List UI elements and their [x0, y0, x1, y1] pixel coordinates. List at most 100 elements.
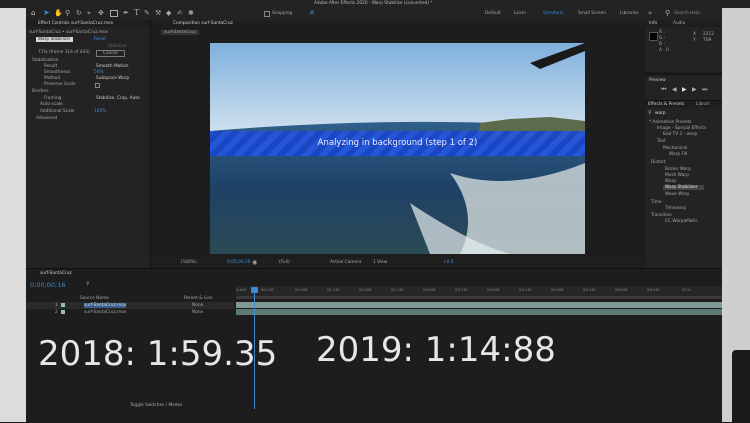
playhead-handle[interactable]	[251, 287, 258, 293]
workspace-learn[interactable]: Learn	[514, 11, 526, 16]
param-result-dropdown[interactable]: Smooth Motion	[96, 64, 129, 69]
right-device-shadow	[732, 350, 750, 422]
workspace-overflow-icon[interactable]: »	[648, 9, 652, 17]
first-frame-icon[interactable]: ⏮	[661, 87, 666, 93]
effect-name-badge[interactable]: Warp Stabilizer	[36, 37, 73, 42]
ruler-label: 04:15f	[519, 287, 532, 292]
pen-tool-icon[interactable]: ✒	[123, 9, 129, 17]
clone-stamp-tool-icon[interactable]: ⚒	[155, 9, 161, 17]
ruler-label: 00:15f	[261, 287, 274, 292]
effect-item[interactable]: Bezier Warp	[665, 167, 691, 172]
menu-bar: Adobe After Effects 2020 - Warp Stabiliz…	[0, 0, 750, 8]
next-frame-icon[interactable]: ▶	[692, 87, 697, 93]
home-icon[interactable]: ⌂	[31, 10, 35, 17]
prev-frame-icon[interactable]: ◀	[672, 87, 677, 93]
composition-tab[interactable]: Composition surf-SantaCruz	[173, 21, 233, 26]
layer-parent-dropdown[interactable]: None	[192, 310, 203, 315]
workspace-small-screen[interactable]: Small Screen	[578, 11, 606, 16]
camera-dropdown[interactable]: Active Camera	[330, 260, 362, 265]
workspace-standard[interactable]: Standard	[543, 11, 563, 16]
param-borders[interactable]: Borders	[32, 89, 49, 94]
effect-category[interactable]: Distort	[651, 160, 666, 165]
effect-category[interactable]: Time	[651, 200, 662, 205]
snap-options-icon[interactable]: ✕	[309, 9, 315, 17]
rotate-tool-icon[interactable]: ↻	[76, 9, 82, 17]
info-tab[interactable]: Info	[649, 21, 657, 26]
preset-item[interactable]: Image - Special Effects	[657, 126, 706, 131]
preserve-scale-checkbox[interactable]	[95, 83, 100, 88]
brush-tool-icon[interactable]: ✎	[144, 9, 150, 17]
snapping-checkbox[interactable]	[264, 11, 270, 17]
layer-row[interactable]: 1 surf-SantaCruz.mov None	[26, 302, 234, 309]
effect-controls-tab[interactable]: Effect Controls surf-SantaCruz.mov	[38, 21, 113, 26]
preset-item[interactable]: Text	[657, 139, 666, 144]
selection-tool-icon[interactable]: ➤	[43, 9, 50, 17]
workspace-libraries[interactable]: Libraries	[620, 11, 639, 16]
layer-track-bar[interactable]	[236, 309, 722, 315]
param-advanced[interactable]: Advanced	[36, 116, 57, 121]
layer-name[interactable]: surf-SantaCruz.mov	[84, 310, 126, 315]
roto-brush-tool-icon[interactable]: ✍	[177, 9, 183, 17]
effects-search-field[interactable]: warp	[655, 111, 666, 116]
stabilize-button[interactable]: Stabilize	[108, 44, 126, 49]
video-frame[interactable]: Analyzing in background (step 1 of 2)	[210, 43, 585, 254]
effect-item[interactable]: Mesh Warp	[665, 173, 689, 178]
effect-item[interactable]: CC WarpoMatic	[665, 219, 698, 224]
param-preserve-scale-label: Preserve Scale	[44, 82, 76, 87]
camera-tool-icon[interactable]: ⌖	[87, 9, 91, 17]
preset-item[interactable]: Mechanical	[663, 146, 687, 151]
preset-item[interactable]: * Animation Presets	[649, 120, 691, 125]
search-icon[interactable]: ⚲	[665, 9, 670, 17]
cancel-button[interactable]: Cancel	[96, 50, 125, 57]
last-frame-icon[interactable]: ⏭	[702, 87, 707, 93]
search-help-field[interactable]: Search Help	[674, 11, 700, 16]
audio-tab[interactable]: Audio	[673, 21, 685, 26]
preset-item[interactable]: Warp Fill	[669, 152, 687, 157]
hand-tool-icon[interactable]: ✋	[54, 9, 63, 17]
puppet-tool-icon[interactable]: ✱	[188, 9, 194, 17]
work-area-bar[interactable]	[236, 296, 722, 299]
effect-category[interactable]: Transition	[651, 213, 672, 218]
effects-presets-tab[interactable]: Effects & Presets	[648, 102, 684, 107]
timeline-tab[interactable]: surf-SantaCruz	[40, 271, 72, 276]
exposure-value[interactable]: +0.0	[443, 260, 453, 265]
current-timecode[interactable]: 0;00;00;16	[30, 281, 66, 289]
rectangle-tool-icon[interactable]	[110, 10, 118, 17]
pan-behind-tool-icon[interactable]: ✥	[98, 9, 104, 17]
zoom-tool-icon[interactable]: ⚲	[65, 9, 70, 17]
layer-row[interactable]: 2 surf-SantaCruz.mov None	[26, 309, 234, 316]
composition-subtab[interactable]: surf-SantaCruz	[161, 30, 199, 35]
type-tool-icon[interactable]: T	[134, 9, 139, 17]
preset-item[interactable]: Bad TV 1 - warp	[663, 132, 697, 137]
time-ruler[interactable]: 0:00f 00:15f 01:00f 01:15f 02:00f 02:15f…	[236, 286, 722, 296]
layer-name[interactable]: surf-SantaCruz.mov	[84, 303, 127, 308]
workspace-default[interactable]: Default	[485, 11, 501, 16]
layer-track-bar[interactable]	[236, 302, 722, 308]
play-icon[interactable]: ▶	[682, 87, 687, 93]
param-smoothness-value[interactable]: 50%	[94, 70, 104, 75]
libraries-tab[interactable]: Librari	[696, 102, 710, 107]
effect-item[interactable]: Wave Warp	[665, 192, 689, 197]
effect-item[interactable]: Warp	[665, 179, 676, 184]
analysis-progress-text: 71% (frame 314 of 443)	[38, 50, 90, 55]
views-dropdown[interactable]: 1 View	[373, 260, 387, 265]
layer-number: 2	[55, 310, 58, 315]
magnification-dropdown[interactable]: (100%)	[181, 260, 197, 265]
layer-parent-dropdown[interactable]: None	[192, 303, 203, 308]
param-auto-scale[interactable]: Auto-scale	[40, 102, 63, 107]
param-stabilization[interactable]: Stabilization	[32, 58, 58, 63]
effect-reset-button[interactable]: Reset	[94, 37, 106, 42]
param-method-dropdown[interactable]: Subspace Warp	[96, 76, 129, 81]
viewer-controls-bar: (100%) 0;00;00;16 ◉ (Full) Active Camera…	[151, 258, 644, 267]
param-framing-dropdown[interactable]: Stabilize, Crop, Auto	[96, 96, 140, 101]
timeline-search-icon[interactable]: ⚲	[86, 281, 90, 287]
eraser-tool-icon[interactable]: ◆	[166, 9, 171, 17]
param-additional-scale-value[interactable]: 100%	[94, 109, 106, 114]
current-time-display[interactable]: 0;00;00;16	[227, 260, 250, 265]
snapshot-icon[interactable]: ◉	[252, 259, 257, 266]
effect-item-selected[interactable]: Warp Stabilizer	[663, 185, 704, 190]
resolution-dropdown[interactable]: (Full)	[279, 260, 290, 265]
effect-item[interactable]: Timewarp	[665, 206, 686, 211]
toggle-switches-modes[interactable]: Toggle Switches / Modes	[130, 403, 182, 408]
color-swatch	[649, 32, 658, 41]
